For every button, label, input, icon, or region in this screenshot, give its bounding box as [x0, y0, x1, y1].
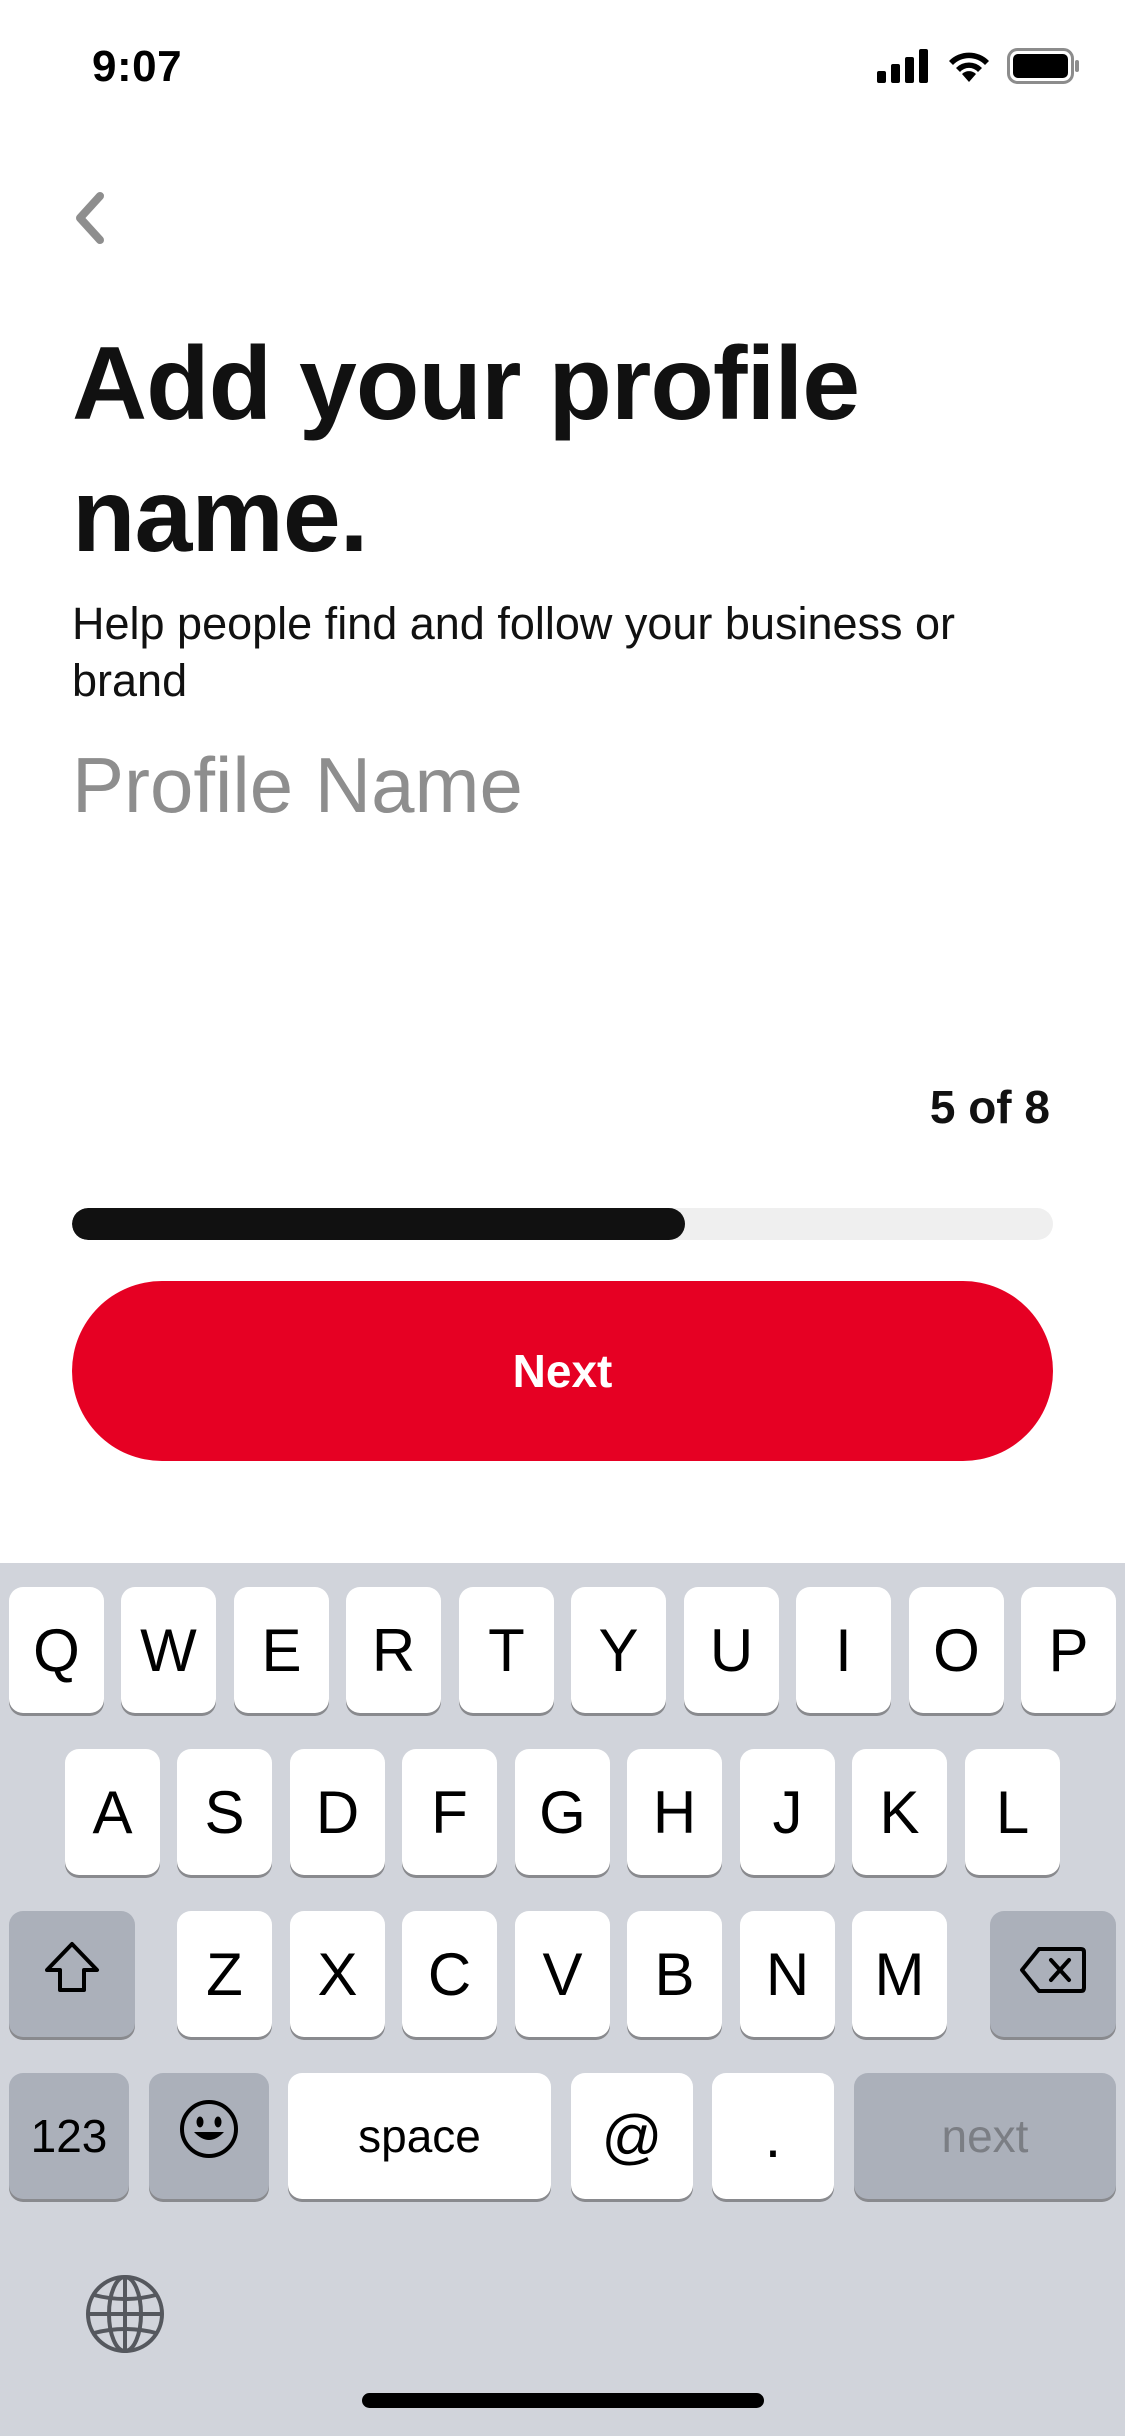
globe-icon: [84, 2273, 166, 2360]
keyboard: Q W E R T Y U I O P A S D F G H J K L Z …: [0, 1563, 1125, 2436]
key-a[interactable]: A: [65, 1749, 160, 1875]
key-t[interactable]: T: [459, 1587, 554, 1713]
emoji-key[interactable]: [149, 2073, 269, 2199]
key-d[interactable]: D: [290, 1749, 385, 1875]
key-h[interactable]: H: [627, 1749, 722, 1875]
page-title: Add your profile name.: [72, 326, 860, 574]
chevron-left-icon: [72, 190, 108, 251]
key-l[interactable]: L: [965, 1749, 1060, 1875]
shift-key[interactable]: [9, 1911, 135, 2037]
key-n[interactable]: N: [740, 1911, 835, 2037]
next-button[interactable]: Next: [72, 1281, 1053, 1461]
progress-bar: [72, 1208, 1053, 1240]
battery-icon: [1007, 47, 1081, 89]
key-c[interactable]: C: [402, 1911, 497, 2037]
globe-button[interactable]: [82, 2273, 168, 2359]
key-z[interactable]: Z: [177, 1911, 272, 2037]
key-v[interactable]: V: [515, 1911, 610, 2037]
page-subtitle: Help people find and follow your busines…: [72, 598, 956, 706]
cellular-signal-icon: [877, 48, 931, 88]
status-icons: [877, 47, 1081, 89]
key-j[interactable]: J: [740, 1749, 835, 1875]
wifi-icon: [945, 48, 993, 89]
key-f[interactable]: F: [402, 1749, 497, 1875]
keyboard-next-key[interactable]: next: [854, 2073, 1116, 2199]
at-key[interactable]: @: [571, 2073, 693, 2199]
key-y[interactable]: Y: [571, 1587, 666, 1713]
key-q[interactable]: Q: [9, 1587, 104, 1713]
key-m[interactable]: M: [852, 1911, 947, 2037]
key-u[interactable]: U: [684, 1587, 779, 1713]
step-counter: 5 of 8: [929, 1081, 1050, 1133]
key-e[interactable]: E: [234, 1587, 329, 1713]
key-r[interactable]: R: [346, 1587, 441, 1713]
status-time: 9:07: [92, 42, 183, 91]
space-key[interactable]: space: [288, 2073, 551, 2199]
home-indicator: [362, 2393, 764, 2408]
numbers-key[interactable]: 123: [9, 2073, 129, 2199]
key-i[interactable]: I: [796, 1587, 891, 1713]
status-bar: 9:07: [0, 0, 1125, 135]
key-x[interactable]: X: [290, 1911, 385, 2037]
period-key[interactable]: .: [712, 2073, 834, 2199]
back-button[interactable]: [60, 185, 120, 255]
profile-name-input[interactable]: [72, 735, 1052, 835]
key-o[interactable]: O: [909, 1587, 1004, 1713]
key-p[interactable]: P: [1021, 1587, 1116, 1713]
key-w[interactable]: W: [121, 1587, 216, 1713]
emoji-icon: [178, 2098, 240, 2174]
progress-bar-fill: [72, 1208, 686, 1240]
shift-icon: [42, 1939, 102, 2009]
key-k[interactable]: K: [852, 1749, 947, 1875]
delete-key[interactable]: [990, 1911, 1116, 2037]
key-b[interactable]: B: [627, 1911, 722, 2037]
key-s[interactable]: S: [177, 1749, 272, 1875]
delete-icon: [1019, 1940, 1087, 2009]
key-g[interactable]: G: [515, 1749, 610, 1875]
